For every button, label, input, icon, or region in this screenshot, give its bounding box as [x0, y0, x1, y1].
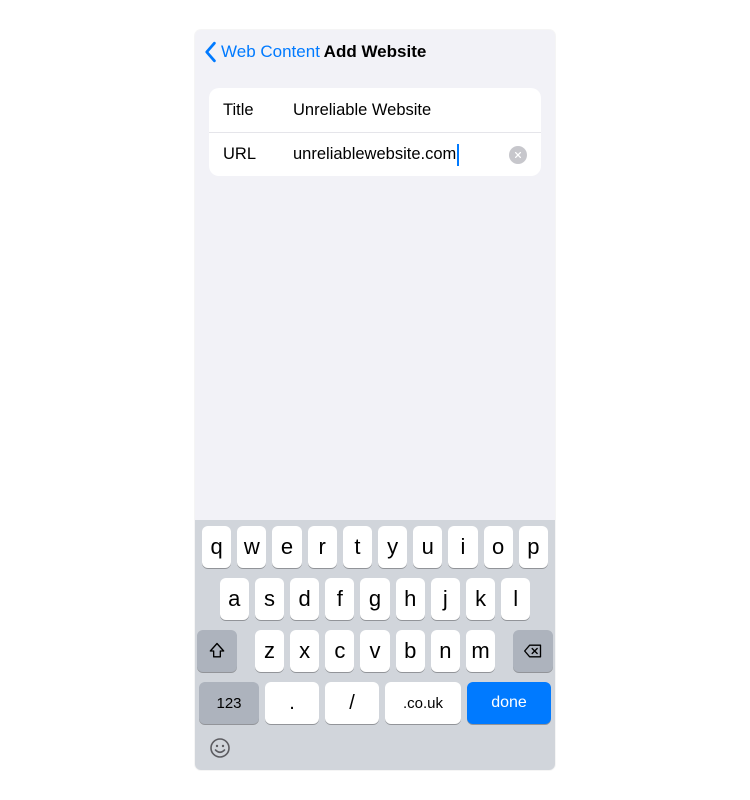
keyboard-bottom-row: 123 . / .co.uk done — [199, 682, 551, 724]
title-field[interactable]: Unreliable Website — [293, 101, 527, 120]
url-row[interactable]: URL unreliablewebsite.com — [209, 132, 541, 176]
title-label: Title — [223, 101, 293, 120]
key-t[interactable]: t — [343, 526, 372, 568]
form-group: Title Unreliable Website URL unreliablew… — [209, 88, 541, 176]
backspace-icon — [523, 641, 543, 661]
key-x[interactable]: x — [290, 630, 319, 672]
content-area: Title Unreliable Website URL unreliablew… — [195, 74, 555, 520]
key-j[interactable]: j — [431, 578, 460, 620]
emoji-button[interactable] — [207, 735, 233, 761]
key-n[interactable]: n — [431, 630, 460, 672]
key-g[interactable]: g — [360, 578, 389, 620]
key-w[interactable]: w — [237, 526, 266, 568]
chevron-left-icon — [203, 41, 217, 63]
key-f[interactable]: f — [325, 578, 354, 620]
key-y[interactable]: y — [378, 526, 407, 568]
title-row[interactable]: Title Unreliable Website — [209, 88, 541, 132]
key-c[interactable]: c — [325, 630, 354, 672]
page-title: Add Website — [324, 42, 427, 62]
url-field[interactable]: unreliablewebsite.com — [293, 145, 456, 164]
back-label: Web Content — [221, 42, 320, 62]
slash-key[interactable]: / — [325, 682, 379, 724]
shift-key[interactable] — [197, 630, 237, 672]
back-button[interactable]: Web Content — [203, 41, 320, 63]
key-s[interactable]: s — [255, 578, 284, 620]
key-a[interactable]: a — [220, 578, 249, 620]
text-cursor — [457, 144, 459, 166]
key-v[interactable]: v — [360, 630, 389, 672]
clear-button[interactable] — [509, 146, 527, 164]
key-i[interactable]: i — [448, 526, 477, 568]
backspace-key[interactable] — [513, 630, 553, 672]
key-m[interactable]: m — [466, 630, 495, 672]
key-d[interactable]: d — [290, 578, 319, 620]
key-z[interactable]: z — [255, 630, 284, 672]
keyboard: q w e r t y u i o p a s d f g h j k l — [195, 520, 555, 770]
numbers-key[interactable]: 123 — [199, 682, 259, 724]
couk-key[interactable]: .co.uk — [385, 682, 461, 724]
url-label: URL — [223, 145, 293, 164]
close-icon — [514, 151, 522, 159]
key-k[interactable]: k — [466, 578, 495, 620]
emoji-icon — [208, 736, 232, 760]
keyboard-footer — [199, 730, 551, 766]
keyboard-row-3: z x c v b n m — [199, 630, 551, 672]
key-b[interactable]: b — [396, 630, 425, 672]
key-p[interactable]: p — [519, 526, 548, 568]
key-e[interactable]: e — [272, 526, 301, 568]
keyboard-row-2: a s d f g h j k l — [199, 578, 551, 620]
phone-screen: Web Content Add Website Title Unreliable… — [195, 30, 555, 770]
key-q[interactable]: q — [202, 526, 231, 568]
done-key[interactable]: done — [467, 682, 551, 724]
key-h[interactable]: h — [396, 578, 425, 620]
key-o[interactable]: o — [484, 526, 513, 568]
dot-key[interactable]: . — [265, 682, 319, 724]
keyboard-row-1: q w e r t y u i o p — [199, 526, 551, 568]
key-r[interactable]: r — [308, 526, 337, 568]
shift-icon — [207, 641, 227, 661]
key-l[interactable]: l — [501, 578, 530, 620]
nav-bar: Web Content Add Website — [195, 30, 555, 74]
key-u[interactable]: u — [413, 526, 442, 568]
